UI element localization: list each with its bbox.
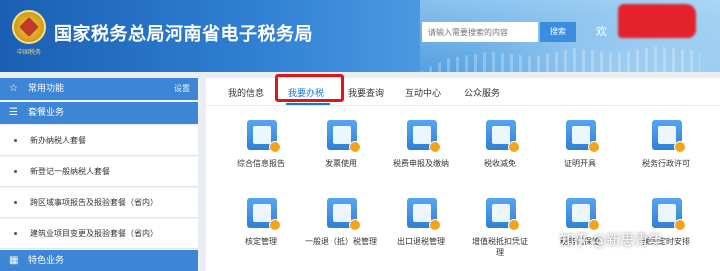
active-tab-underline	[286, 103, 330, 105]
sidebar-common-label: 常用功能	[28, 84, 65, 94]
tile-label: 税费申报及缴纳	[393, 159, 449, 168]
tile-admin-license[interactable]: 税务行政许可	[626, 112, 706, 192]
sidebar-item-construction[interactable]: 建筑业项目变更及报验套餐（省内）	[0, 219, 198, 249]
settings-link[interactable]: 设置	[174, 78, 190, 100]
sidebar-item-label: 跨区域事项报告及报验套餐（省内）	[30, 198, 158, 207]
site-title: 国家税务总局河南省电子税务局	[54, 24, 313, 45]
bullet-icon	[14, 232, 17, 235]
tile-label: 综合信息报告	[237, 159, 285, 168]
tab-interaction[interactable]: 互动中心	[405, 86, 441, 99]
emblem-caption: 中国税务	[16, 49, 41, 56]
license-icon	[652, 120, 686, 153]
sidebar-common-functions[interactable]: ☆ 常用功能 设置	[0, 78, 198, 100]
tab-my-info[interactable]: 我的信息	[228, 86, 264, 99]
briefcase-icon	[247, 198, 281, 231]
custody-icon	[566, 198, 600, 231]
tile-label: 发票使用	[325, 159, 357, 168]
tile-label: 出口退税管理	[397, 237, 445, 246]
tile-certificate[interactable]: 证明开具	[540, 112, 620, 192]
zhihu-watermark: 知乎 @新思青年	[560, 233, 663, 249]
tile-label: 证明开具	[564, 159, 596, 168]
document-icon	[566, 120, 600, 153]
user-greeting: 欢	[596, 25, 607, 38]
bullet-icon	[14, 201, 17, 204]
deduction-icon	[486, 198, 520, 231]
tile-assessment[interactable]: 核定管理	[221, 190, 301, 270]
search-input[interactable]	[422, 22, 538, 42]
tile-tax-reduction[interactable]: 税收减免	[460, 112, 540, 192]
tab-highlight-box	[275, 74, 344, 102]
bullet-icon	[14, 139, 17, 142]
sidebar-item-label: 新办纳税人套餐	[30, 136, 86, 145]
tile-comprehensive-info[interactable]: 综合信息报告	[221, 112, 301, 192]
list-icon: ☰	[9, 107, 18, 118]
sidebar-package-business[interactable]: ☰ 套餐业务	[0, 102, 198, 124]
sidebar-item-label: 新登记一般纳税人套餐	[30, 167, 110, 176]
calendar-icon	[652, 198, 686, 231]
sidebar-special-business[interactable]: ▦ 特色业务	[0, 250, 198, 271]
tile-label: 税收减免	[484, 159, 516, 168]
tab-bar: 我的信息 我要办税 我要查询 互动中心 公众服务	[206, 74, 720, 106]
folder-icon	[486, 120, 520, 153]
tile-export-refund[interactable]: 出口退税管理	[381, 190, 461, 270]
tile-label: 核定管理	[245, 237, 277, 246]
sidebar-package-label: 套餐业务	[28, 108, 65, 118]
tab-public-service[interactable]: 公众服务	[464, 86, 500, 99]
tile-general-refund[interactable]: 一般退（抵）税管理	[301, 190, 381, 270]
tile-label-line2: 理	[496, 248, 504, 257]
invoice-icon	[327, 120, 361, 153]
export-refund-icon	[407, 198, 441, 231]
tile-label: 一般退（抵）税管理	[305, 237, 377, 246]
sidebar-item-general-taxpayer[interactable]: 新登记一般纳税人套餐	[0, 157, 198, 187]
bullet-icon	[14, 170, 17, 173]
tax-filing-icon	[407, 120, 441, 153]
sidebar-item-new-taxpayer[interactable]: 新办纳税人套餐	[0, 126, 198, 156]
sidebar-item-label: 建筑业项目变更及报验套餐（省内）	[30, 229, 158, 238]
monitor-icon	[247, 120, 281, 153]
tile-vat-deduction[interactable]: 增值税抵扣凭证 理	[460, 190, 540, 270]
sidebar-item-cross-region[interactable]: 跨区域事项报告及报验套餐（省内）	[0, 188, 198, 218]
site-header: 中国税务 国家税务总局河南省电子税务局 搜索 欢	[0, 0, 720, 72]
refund-icon	[327, 198, 361, 231]
grid-icon: ▦	[9, 255, 19, 266]
tile-label: 增值税抵扣凭证	[472, 237, 528, 246]
tile-label: 税务行政许可	[642, 159, 690, 168]
search-button[interactable]: 搜索	[540, 22, 576, 42]
sidebar: ☆ 常用功能 设置 ☰ 套餐业务 新办纳税人套餐 新登记一般纳税人套餐 跨区域事…	[0, 78, 198, 271]
star-icon: ☆	[9, 83, 18, 94]
tax-emblem-icon	[12, 10, 46, 44]
tile-tax-filing[interactable]: 税费申报及缴纳	[381, 112, 461, 192]
tab-query[interactable]: 我要查询	[348, 86, 384, 99]
tile-invoice[interactable]: 发票使用	[301, 112, 381, 192]
sidebar-special-label: 特色业务	[28, 256, 65, 266]
redacted-username	[618, 4, 696, 38]
